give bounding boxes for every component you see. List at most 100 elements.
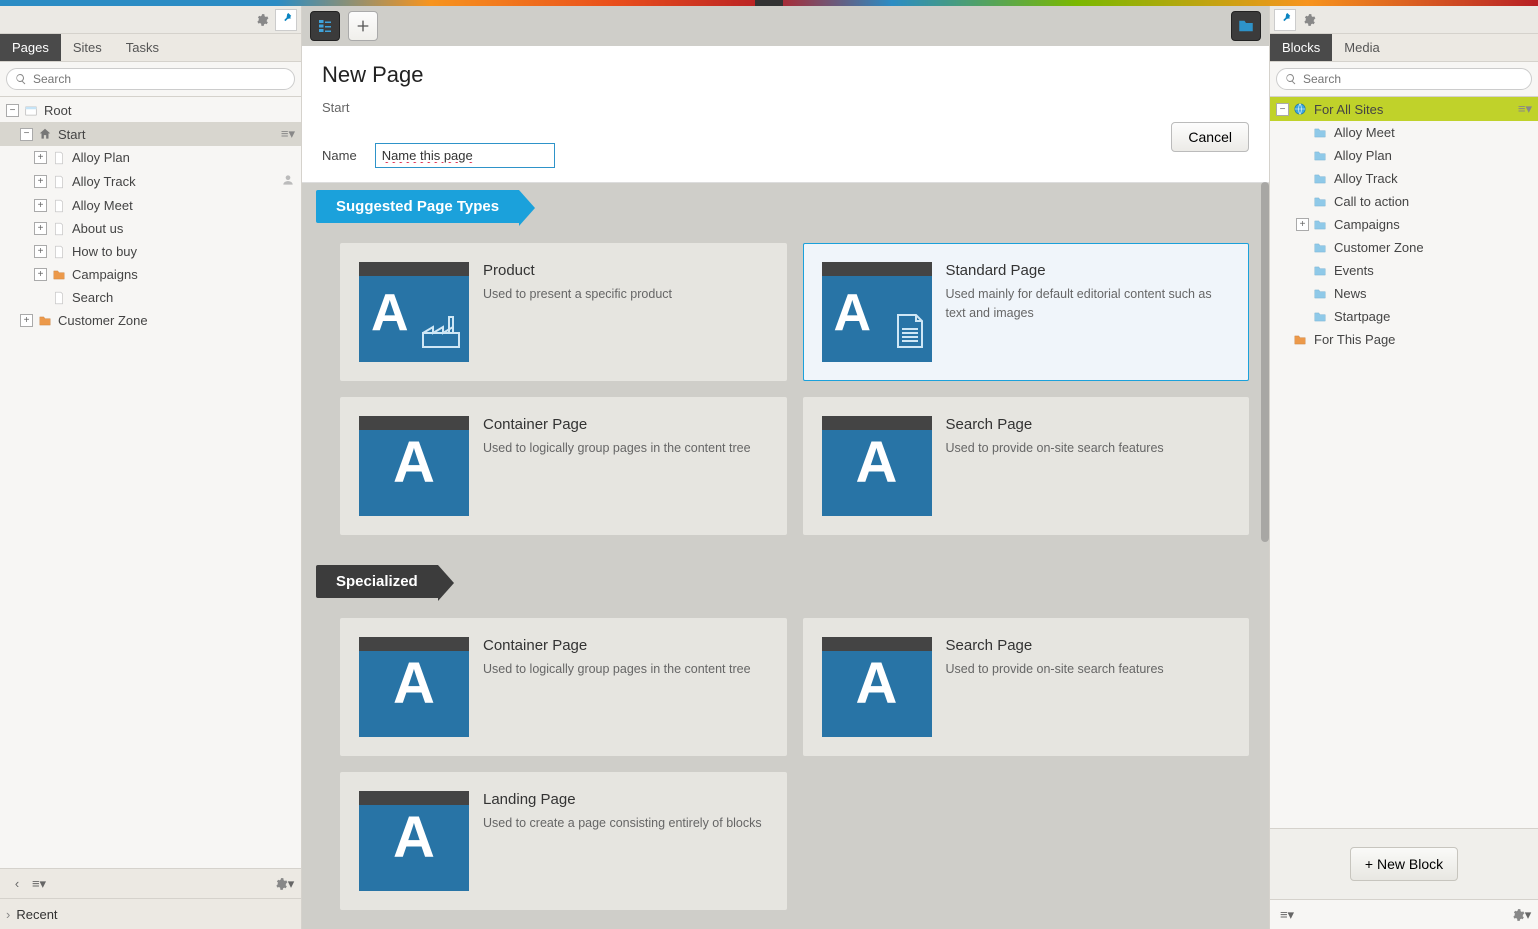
- tree-item-label: Customer Zone: [58, 313, 148, 328]
- gear-dropdown-icon[interactable]: ▾: [1510, 904, 1532, 926]
- section-specialized: Specialized: [316, 565, 438, 598]
- right-search-box[interactable]: [1276, 68, 1532, 90]
- card-title: Search Page: [946, 416, 1164, 433]
- expand-icon[interactable]: +: [34, 222, 47, 235]
- tree-item-label: Alloy Meet: [1334, 125, 1395, 140]
- card-info: Container Page Used to logically group p…: [483, 416, 751, 516]
- tree-for-all-sites[interactable]: − For All Sites ≡▾: [1270, 97, 1538, 121]
- expand-icon[interactable]: +: [34, 268, 47, 281]
- tab-blocks[interactable]: Blocks: [1270, 34, 1332, 61]
- tab-tasks[interactable]: Tasks: [114, 34, 171, 61]
- tab-sites[interactable]: Sites: [61, 34, 114, 61]
- expand-icon[interactable]: +: [34, 199, 47, 212]
- folder-icon: [51, 268, 67, 282]
- list-icon[interactable]: ≡▾: [28, 873, 50, 895]
- left-tabs: Pages Sites Tasks: [0, 34, 301, 62]
- tree-item-label: How to buy: [72, 244, 137, 259]
- cancel-button[interactable]: Cancel: [1171, 122, 1249, 152]
- tree-root[interactable]: − Root: [0, 99, 301, 122]
- tree-item[interactable]: News: [1270, 282, 1538, 305]
- assets-toggle-button[interactable]: [1231, 11, 1261, 41]
- tab-media[interactable]: Media: [1332, 34, 1391, 61]
- recent-row[interactable]: › Recent: [0, 899, 301, 929]
- globe-folder-icon: [1293, 102, 1309, 116]
- tree-start[interactable]: − Start ≡▾: [0, 122, 301, 146]
- expand-icon[interactable]: +: [34, 245, 47, 258]
- center-area: New Page Start Cancel Name Suggested Pag…: [302, 6, 1269, 929]
- chevron-left-icon[interactable]: ‹: [6, 873, 28, 895]
- left-search-input[interactable]: [33, 72, 286, 86]
- gear-dropdown-icon[interactable]: ▾: [273, 873, 295, 895]
- item-menu-icon[interactable]: ≡▾: [281, 126, 295, 142]
- gear-icon[interactable]: [251, 9, 273, 31]
- tree-item-alloy-plan[interactable]: + Alloy Plan: [0, 146, 301, 169]
- left-bottom-toolbar: ‹ ≡▾ ▾: [0, 869, 301, 899]
- tree-item[interactable]: Alloy Track: [1270, 167, 1538, 190]
- scrollbar-thumb[interactable]: [1261, 182, 1269, 542]
- card-landing-page[interactable]: A Landing Page Used to create a page con…: [340, 772, 787, 910]
- tree-item-label: News: [1334, 286, 1367, 301]
- tree-root-label: Root: [44, 103, 71, 118]
- item-menu-icon[interactable]: ≡▾: [1518, 101, 1532, 117]
- home-icon: [37, 127, 53, 141]
- collapse-icon[interactable]: −: [6, 104, 19, 117]
- name-input[interactable]: [375, 143, 555, 168]
- card-title: Container Page: [483, 416, 751, 433]
- card-search-page[interactable]: A Search Page Used to provide on-site se…: [803, 397, 1250, 535]
- add-button[interactable]: [348, 11, 378, 41]
- tree-customer-zone[interactable]: + Customer Zone: [0, 309, 301, 332]
- specialized-cards: A Container Page Used to logically group…: [322, 598, 1249, 929]
- left-panel: Pages Sites Tasks − Root − Start ≡▾ + Al…: [0, 6, 302, 929]
- collapse-icon[interactable]: −: [1276, 103, 1289, 116]
- tree-item-label: For All Sites: [1314, 102, 1383, 117]
- card-desc: Used to provide on-site search features: [946, 439, 1164, 458]
- tree-item-alloy-track[interactable]: + Alloy Track: [0, 169, 301, 194]
- center-toolbar: [302, 6, 1269, 46]
- tree-item-label: Alloy Meet: [72, 198, 133, 213]
- card-container-page-2[interactable]: A Container Page Used to logically group…: [340, 618, 787, 756]
- card-standard-page[interactable]: A Standard Page Used mainly for default …: [803, 243, 1250, 381]
- gear-icon[interactable]: [1298, 9, 1320, 31]
- expand-icon[interactable]: +: [1296, 218, 1309, 231]
- folder-icon: [1313, 287, 1329, 301]
- left-panel-toolbar: [0, 6, 301, 34]
- card-container-page[interactable]: A Container Page Used to logically group…: [340, 397, 787, 535]
- tree-toggle-button[interactable]: [310, 11, 340, 41]
- tree-item-campaigns[interactable]: +Campaigns: [1270, 213, 1538, 236]
- page-icon: [51, 291, 67, 305]
- card-product[interactable]: A Product Used to present a specific pro…: [340, 243, 787, 381]
- tree-item[interactable]: Alloy Meet: [1270, 121, 1538, 144]
- card-thumb: A: [359, 416, 469, 516]
- expand-icon[interactable]: +: [34, 175, 47, 188]
- expand-icon[interactable]: +: [34, 151, 47, 164]
- plus-icon: +: [1365, 856, 1373, 872]
- tree-item-campaigns[interactable]: + Campaigns: [0, 263, 301, 286]
- tree-for-this-page[interactable]: For This Page: [1270, 328, 1538, 351]
- tree-item-about-us[interactable]: + About us: [0, 217, 301, 240]
- folder-icon: [1313, 126, 1329, 140]
- list-icon[interactable]: ≡▾: [1276, 904, 1298, 926]
- pin-icon[interactable]: [275, 9, 297, 31]
- pin-icon[interactable]: [1274, 9, 1296, 31]
- card-search-page-2[interactable]: A Search Page Used to provide on-site se…: [803, 618, 1250, 756]
- right-search-input[interactable]: [1303, 72, 1523, 86]
- new-block-button[interactable]: + New Block: [1350, 847, 1458, 881]
- tree-item[interactable]: Startpage: [1270, 305, 1538, 328]
- tree-item-how-to-buy[interactable]: + How to buy: [0, 240, 301, 263]
- tree-item[interactable]: Customer Zone: [1270, 236, 1538, 259]
- tree-item[interactable]: Events: [1270, 259, 1538, 282]
- tab-pages[interactable]: Pages: [0, 34, 61, 61]
- tree-item-search[interactable]: Search: [0, 286, 301, 309]
- card-desc: Used to provide on-site search features: [946, 660, 1164, 679]
- collapse-icon[interactable]: −: [20, 128, 33, 141]
- tree-item[interactable]: Call to action: [1270, 190, 1538, 213]
- page-subtitle: Start: [322, 100, 1249, 115]
- card-info: Search Page Used to provide on-site sear…: [946, 416, 1164, 516]
- left-search-box[interactable]: [6, 68, 295, 90]
- tree-item[interactable]: Alloy Plan: [1270, 144, 1538, 167]
- folder-icon: [1313, 264, 1329, 278]
- page-icon: [51, 222, 67, 236]
- folder-icon: [1313, 241, 1329, 255]
- tree-item-alloy-meet[interactable]: + Alloy Meet: [0, 194, 301, 217]
- expand-icon[interactable]: +: [20, 314, 33, 327]
